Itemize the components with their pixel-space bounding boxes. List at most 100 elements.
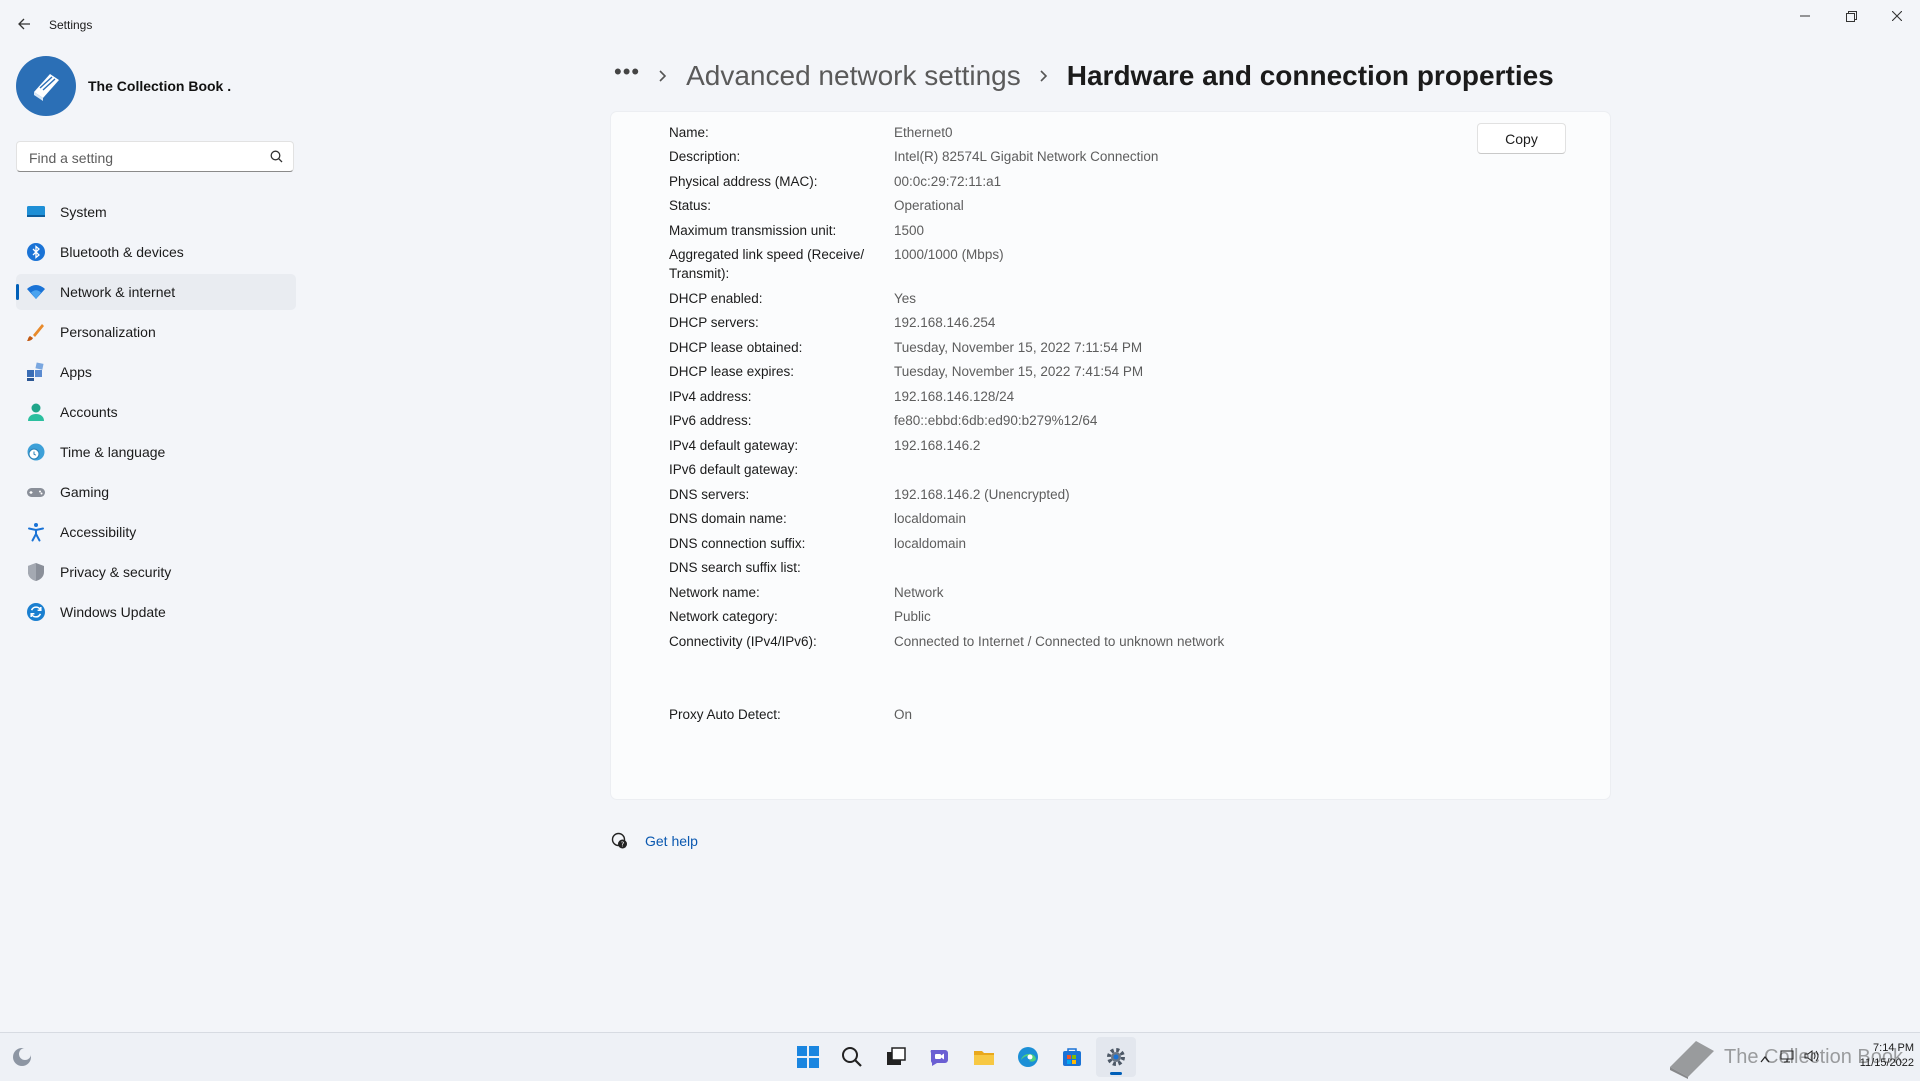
property-row: Network name: Network xyxy=(669,582,1369,607)
property-value: 192.168.146.128/24 xyxy=(894,388,1015,404)
property-label: IPv4 address: xyxy=(669,388,752,404)
property-row: DNS servers: 192.168.146.2 (Unencrypted) xyxy=(669,484,1369,509)
network-icon[interactable] xyxy=(1780,1049,1794,1068)
system-tray[interactable] xyxy=(1760,1049,1830,1068)
minimize-button[interactable] xyxy=(1782,0,1828,32)
property-row: Description: Intel(R) 82574L Gigabit Netw… xyxy=(669,147,1369,172)
sidebar-item-gaming[interactable]: Gaming xyxy=(16,474,296,510)
sidebar-item-personalization[interactable]: Personalization xyxy=(16,314,296,350)
breadcrumb-advanced-network-settings[interactable]: Advanced network settings xyxy=(686,60,1021,92)
property-value: 1500 xyxy=(894,222,925,238)
sidebar-nav: System Bluetooth & devices Network & int… xyxy=(16,194,296,634)
task-view-button[interactable] xyxy=(876,1037,916,1077)
property-value: Tuesday, November 15, 2022 7:41:54 PM xyxy=(894,364,1144,379)
property-label: IPv6 default gateway: xyxy=(669,462,799,477)
property-value: Operational xyxy=(894,198,964,213)
sidebar-item-system[interactable]: System xyxy=(16,194,296,230)
clock-time: 7:14 PM xyxy=(1873,1042,1914,1054)
copy-button[interactable]: Copy xyxy=(1477,123,1566,154)
volume-icon[interactable] xyxy=(1804,1049,1820,1068)
sidebar-item-privacy-security[interactable]: Privacy & security xyxy=(16,554,296,590)
sidebar-item-bluetooth[interactable]: Bluetooth & devices xyxy=(16,234,296,270)
sidebar-item-time-language[interactable]: Time & language xyxy=(16,434,296,470)
store-button[interactable] xyxy=(1052,1037,1092,1077)
sidebar-item-label: Privacy & security xyxy=(60,564,172,580)
property-row: DHCP lease expires: Tuesday, November 15,… xyxy=(669,362,1369,387)
search-box[interactable] xyxy=(16,141,294,173)
get-help-label: Get help xyxy=(645,833,698,849)
sidebar-item-label: Accessibility xyxy=(60,524,137,540)
close-button[interactable] xyxy=(1874,0,1920,32)
restore-icon xyxy=(1845,10,1857,22)
get-help-link[interactable]: ? Get help xyxy=(611,832,698,850)
clock[interactable]: 7:14 PM 11/15/2022 xyxy=(1840,1041,1914,1071)
back-button[interactable] xyxy=(12,10,36,38)
close-icon xyxy=(1892,11,1902,21)
sidebar-item-accessibility[interactable]: Accessibility xyxy=(16,514,296,550)
property-label: DHCP lease obtained: xyxy=(669,339,803,355)
sidebar-item-label: System xyxy=(60,204,107,220)
property-row: Physical address (MAC): 00:0c:29:72:11:a1 xyxy=(669,171,1369,196)
sidebar-item-label: Accounts xyxy=(60,404,118,420)
property-row: IPv6 address: fe80::ebbd:6db:ed90:b279%12… xyxy=(669,411,1369,436)
property-label: Status: xyxy=(669,198,712,213)
breadcrumb-overflow-button[interactable]: ••• xyxy=(614,61,640,83)
chat-button[interactable] xyxy=(920,1037,960,1077)
property-row: Maximum transmission unit: 1500 xyxy=(669,220,1369,245)
property-label: DHCP enabled: xyxy=(669,290,763,306)
sidebar-item-apps[interactable]: Apps xyxy=(16,354,296,390)
bluetooth-icon xyxy=(26,242,46,262)
user-profile[interactable]: The Collection Book . xyxy=(16,56,231,116)
property-row: DNS connection suffix: localdomain xyxy=(669,533,1369,558)
edge-button[interactable] xyxy=(1008,1037,1048,1077)
sidebar-item-accounts[interactable]: Accounts xyxy=(16,394,296,430)
widgets-button[interactable] xyxy=(10,1045,34,1074)
property-value: Intel(R) 82574L Gigabit Network Connecti… xyxy=(894,149,1159,164)
file-explorer-button[interactable] xyxy=(964,1037,1004,1077)
settings-taskbar-button[interactable] xyxy=(1096,1037,1136,1077)
property-label: DHCP servers: xyxy=(669,315,759,330)
sidebar-item-label: Personalization xyxy=(60,324,156,340)
settings-icon xyxy=(1107,1048,1125,1066)
property-label: DNS search suffix list: xyxy=(669,560,801,575)
property-value: On xyxy=(894,707,913,722)
properties-list: Name: Ethernet0 Description: Intel(R) 8257… xyxy=(669,122,1369,729)
property-row: DNS search suffix list: xyxy=(669,558,1369,583)
restore-button[interactable] xyxy=(1828,0,1874,32)
property-row: DHCP lease obtained: Tuesday, November 15… xyxy=(669,337,1369,362)
profile-name: The Collection Book . xyxy=(88,78,232,94)
start-button[interactable] xyxy=(788,1037,828,1077)
chevron-up-icon[interactable] xyxy=(1760,1050,1770,1068)
property-label: Maximum transmission unit: xyxy=(669,222,837,238)
clock-globe-icon xyxy=(26,442,46,462)
wifi-icon xyxy=(26,282,46,302)
sidebar-item-label: Time & language xyxy=(60,444,166,460)
taskbar-search-button[interactable] xyxy=(832,1037,872,1077)
property-value: Connected to Internet / Connected to unk… xyxy=(894,633,1225,649)
property-row: DNS domain name: localdomain xyxy=(669,509,1369,534)
sidebar-item-network[interactable]: Network & internet xyxy=(16,274,296,310)
accessibility-icon xyxy=(26,522,46,542)
sidebar-item-label: Network & internet xyxy=(60,284,176,300)
clock-date: 11/15/2022 xyxy=(1859,1057,1914,1069)
sidebar-item-label: Windows Update xyxy=(60,604,166,620)
property-row: DHCP servers: 192.168.146.254 xyxy=(669,313,1369,338)
apps-icon xyxy=(26,362,46,382)
breadcrumb: ••• Advanced network settings Hardware a… xyxy=(614,54,1554,98)
property-row: Aggregated link speed (Receive/ Transmit… xyxy=(669,245,1369,289)
property-label: Physical address (MAC): xyxy=(669,173,818,189)
property-row: IPv6 default gateway: xyxy=(669,460,1369,485)
sidebar-item-windows-update[interactable]: Windows Update xyxy=(16,594,296,630)
weather-icon xyxy=(13,1048,31,1066)
property-label: DNS domain name: xyxy=(669,511,787,526)
property-value: Network xyxy=(894,584,944,600)
chat-icon xyxy=(930,1050,948,1066)
back-arrow-icon xyxy=(18,18,30,30)
property-row: Network category: Public xyxy=(669,607,1369,632)
system-icon xyxy=(26,202,46,222)
properties-card: Copy Name: Ethernet0 Description: Intel(R)… xyxy=(611,112,1610,799)
search-input[interactable] xyxy=(27,142,261,173)
property-value: 1000/1000 (Mbps) xyxy=(894,247,1004,262)
shield-icon xyxy=(26,562,46,582)
